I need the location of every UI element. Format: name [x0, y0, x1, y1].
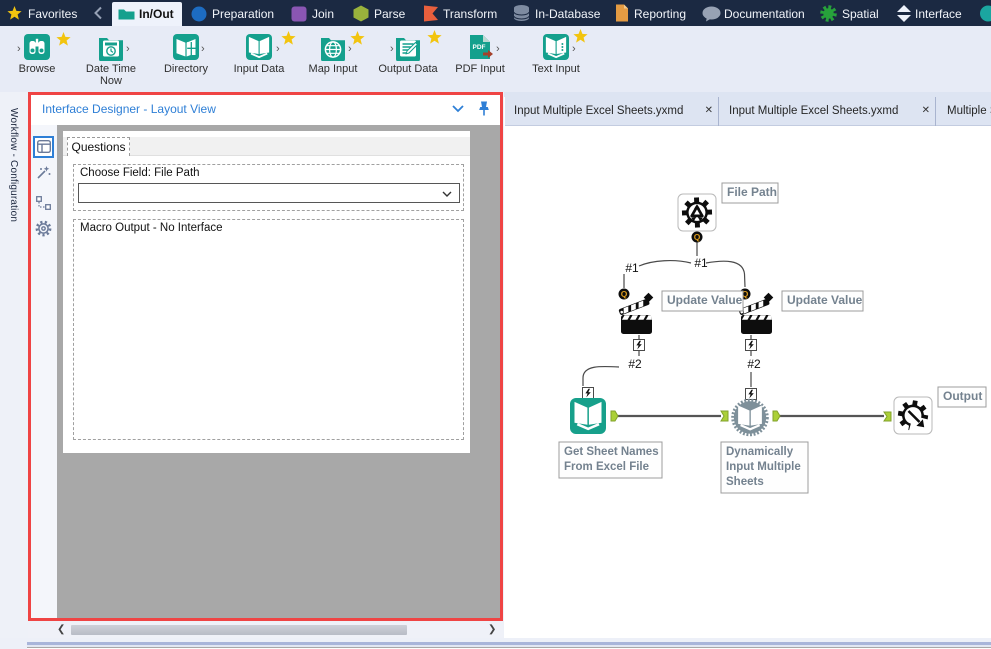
svg-text:From Excel File: From Excel File — [564, 461, 649, 473]
svg-text:Input Multiple: Input Multiple — [726, 461, 801, 473]
svg-text:Dynamically: Dynamically — [726, 446, 794, 458]
svg-text:Update Value: Update Value — [667, 293, 743, 307]
svg-text:Get Sheet Names: Get Sheet Names — [564, 446, 659, 458]
svg-text:#1: #1 — [625, 261, 639, 275]
svg-text:Output: Output — [943, 389, 982, 403]
svg-text:#1: #1 — [694, 256, 708, 270]
svg-text:#2: #2 — [747, 357, 761, 371]
svg-text:#2: #2 — [628, 357, 642, 371]
svg-text:Sheets: Sheets — [726, 476, 764, 488]
svg-text:PDF: PDF — [473, 44, 486, 51]
svg-text:File Path: File Path — [727, 185, 777, 199]
svg-text:Update Value: Update Value — [787, 293, 863, 307]
